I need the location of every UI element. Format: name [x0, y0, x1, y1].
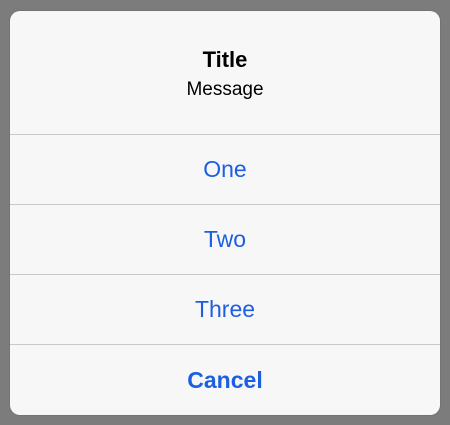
action-button-two[interactable]: Two: [10, 205, 440, 274]
action-button-one[interactable]: One: [10, 135, 440, 204]
alert-message: Message: [186, 78, 264, 100]
dimmed-backdrop: Title Message One Two Three Cancel: [0, 0, 450, 425]
cancel-button[interactable]: Cancel: [10, 345, 440, 415]
action-button-three[interactable]: Three: [10, 275, 440, 344]
alert-title: Title: [202, 46, 248, 72]
alert-dialog: Title Message One Two Three Cancel: [10, 11, 440, 415]
alert-header: Title Message: [10, 11, 440, 134]
